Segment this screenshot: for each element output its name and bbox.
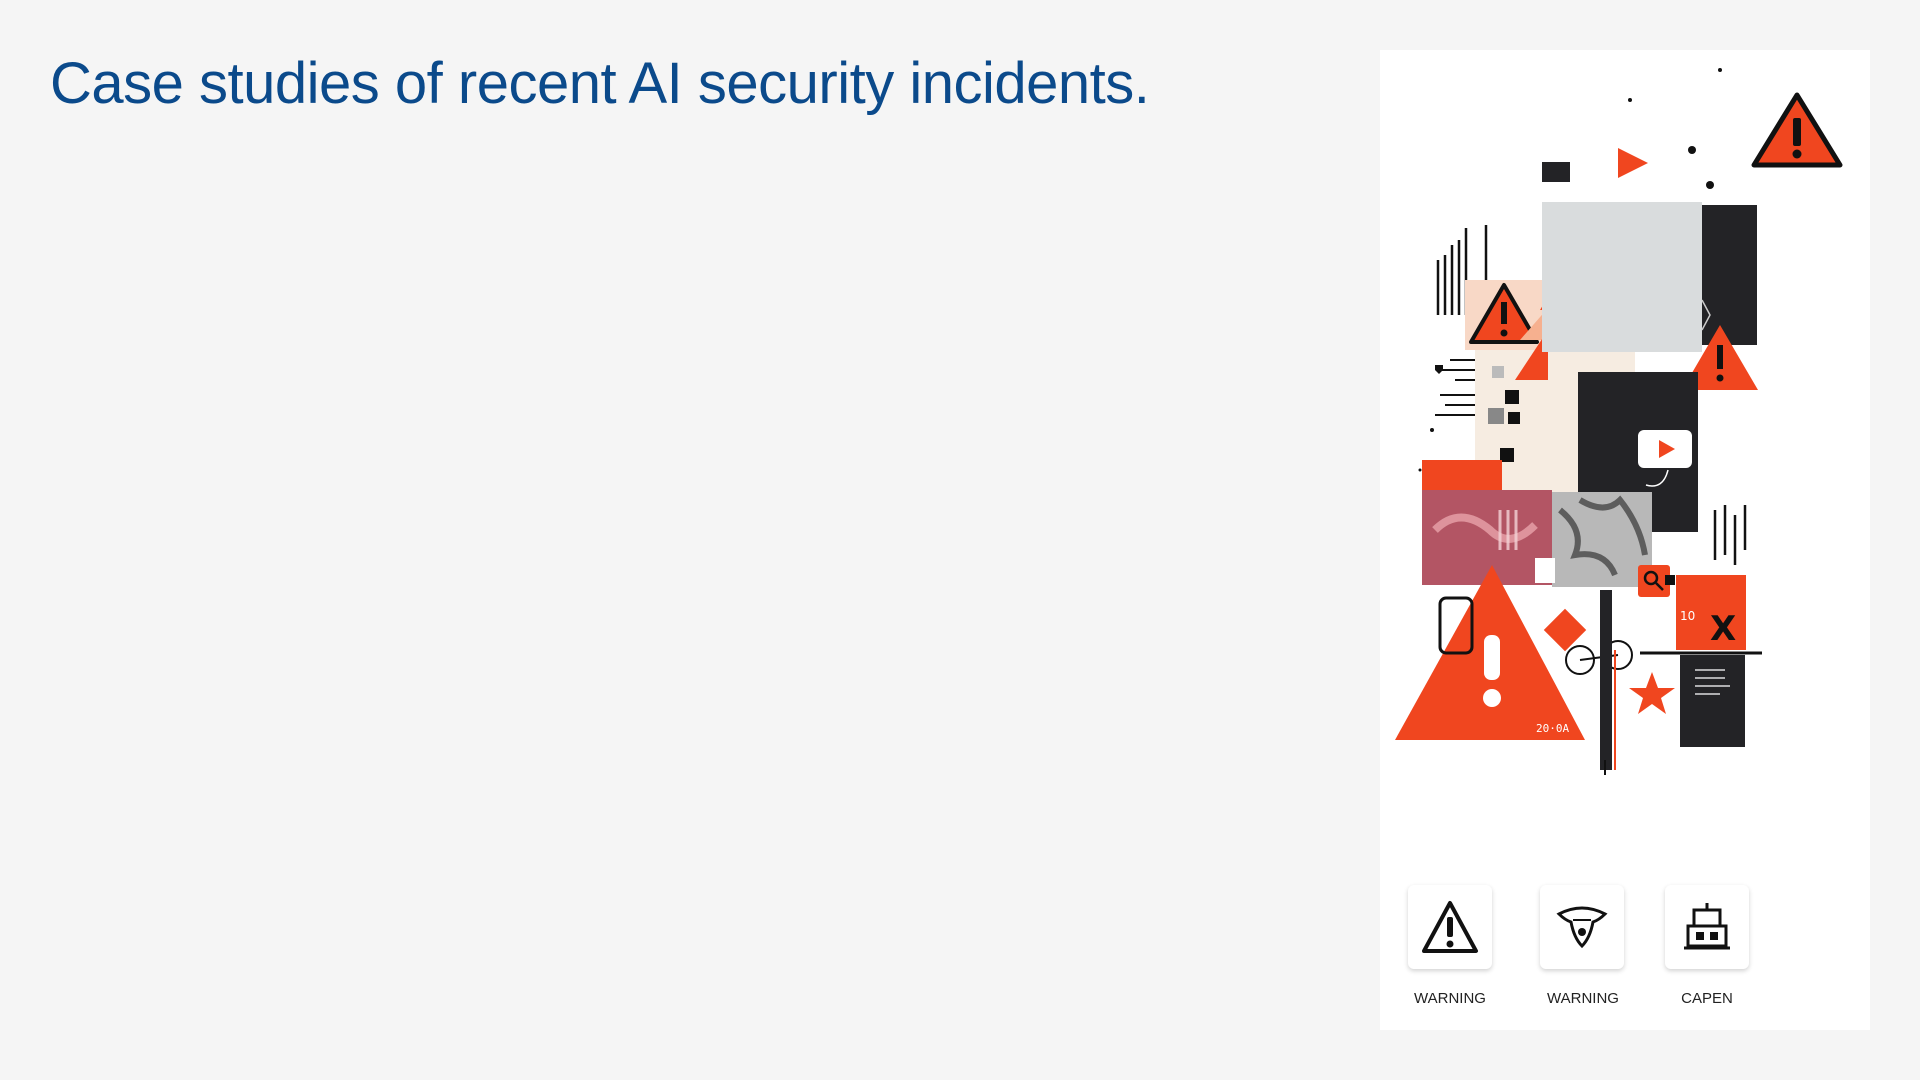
virus-bug-icon [1556,906,1608,949]
dark-pole [1600,590,1612,770]
shield-shape [1435,365,1443,374]
security-collage-illustration: 20·0A 10 X WARNING WARNING CAPEN [1380,50,1870,1030]
gray-card [1542,202,1702,352]
x-mark-text: X [1710,609,1736,649]
collage-artwork: 20·0A 10 X [1395,68,1843,775]
capen-label: CAPEN [1681,990,1733,1007]
warning-triangle-large: 20·0A [1395,565,1585,740]
orange-strip [1422,460,1502,490]
black-tag [1542,162,1570,182]
pink-photo [1422,490,1552,585]
robot-icon [1684,903,1730,950]
counter-text: 10 [1680,609,1695,623]
year-tag-text: 20·0A [1536,722,1569,735]
play-triangle-orange [1618,148,1648,178]
orange-diamond [1543,608,1587,652]
warning-label-2: WARNING [1547,990,1619,1007]
warning-icon [1422,901,1478,953]
dark-card-right [1702,205,1757,345]
virus-bug-icon-card [1540,885,1624,969]
warning-triangle-top-right [1751,92,1843,168]
dark-panel-bottom [1680,655,1745,747]
dash-lines-right [1713,505,1747,565]
slide-title: Case studies of recent AI security incid… [50,51,1150,116]
star-shape [1629,672,1675,714]
warning-icon-card [1408,885,1492,969]
warning-label-1: WARNING [1414,990,1486,1007]
robot-icon-card [1665,885,1749,969]
